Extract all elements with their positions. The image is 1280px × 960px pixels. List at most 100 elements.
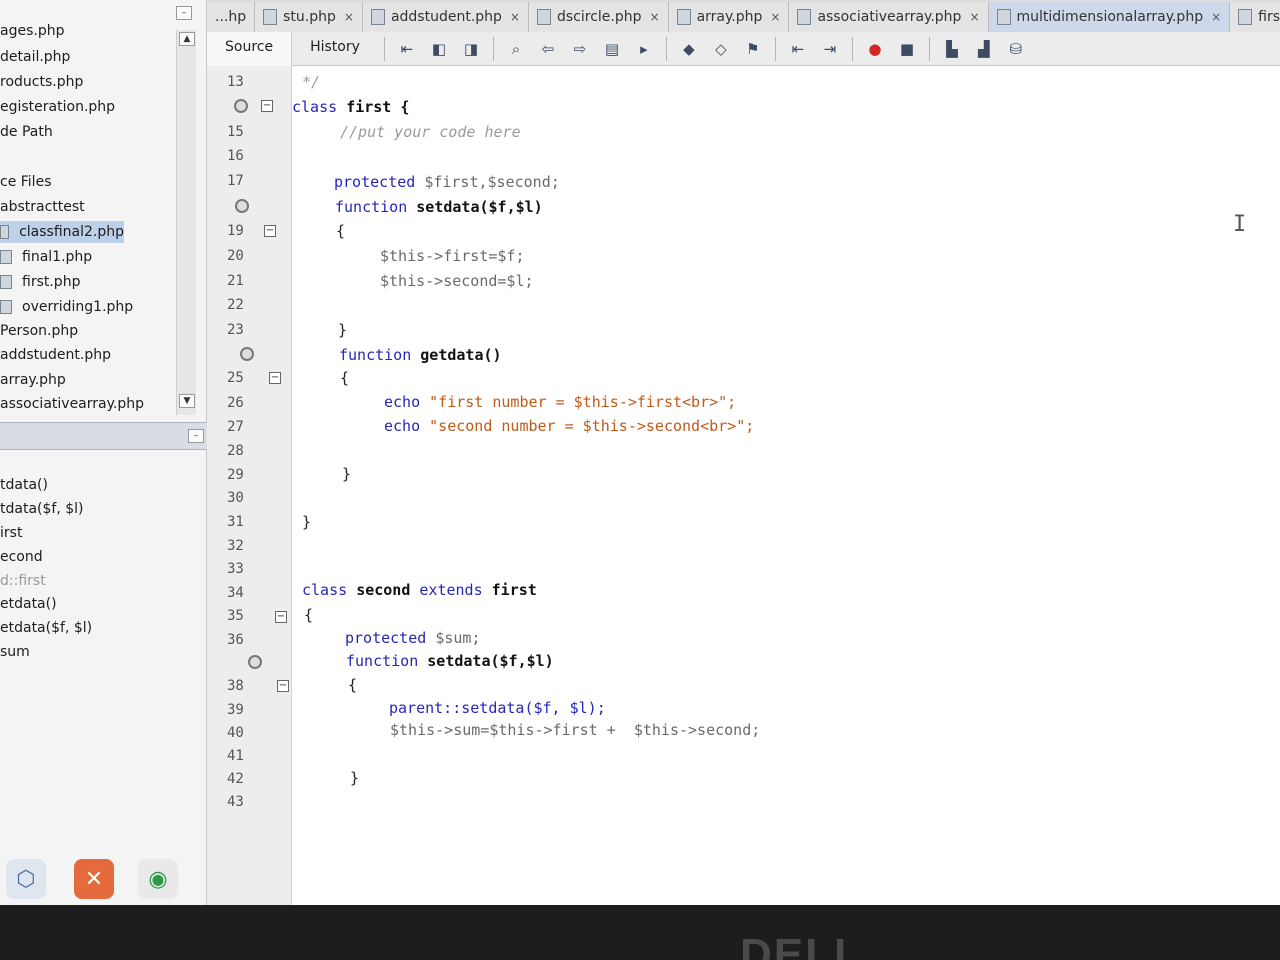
fold-toggle-icon[interactable]: − [261,100,273,112]
navigator-item[interactable]: irst [0,525,22,547]
project-file-item[interactable]: roducts.php [0,71,83,93]
project-folder-item[interactable]: abstracttest [0,196,85,218]
project-file-item[interactable]: overriding1.php [0,296,133,318]
uncomment-icon[interactable]: ▟ [973,38,995,60]
php-file-icon [1238,9,1253,25]
editor-tab[interactable]: array.php × [668,2,790,32]
find-previous-icon[interactable]: ⇦ [537,38,559,60]
source-view-tab[interactable]: Source [207,31,293,66]
editor-tab-active[interactable]: multidimensionalarray.php × [988,2,1231,32]
editor-tab[interactable]: addstudent.php × [362,2,529,32]
virtualbox-icon[interactable]: ⬡ [6,859,46,899]
override-marker-icon[interactable] [240,347,254,361]
comment-icon[interactable]: ▙ [941,38,963,60]
code-line: { [336,222,346,240]
fold-toggle-icon[interactable]: − [275,611,287,623]
project-file-item[interactable]: addstudent.php [0,344,111,366]
editor-tab[interactable]: ...hp [207,2,256,32]
project-scrollbar[interactable]: ▲ ▼ [176,30,196,415]
project-folder-item[interactable]: de Path [0,121,53,143]
next-bookmark-icon[interactable]: ◇ [710,38,732,60]
code-line: class second extends first [302,581,537,599]
editor-toolbar: Source History ⇤ ◧ ◨ ⌕ ⇦ ⇨ ▤ ▸ ◆ ◇ ⚑ ⇤ ⇥… [207,31,1280,66]
project-file-item[interactable]: ages.php [0,20,64,42]
taskbar: ⬡ ✕ ◉ [0,855,207,905]
line-number: 26 [227,395,244,411]
navigator-item[interactable]: d::first [0,573,46,595]
navigator-item[interactable]: econd [0,549,43,571]
close-icon[interactable]: × [650,10,660,24]
editor-tab[interactable]: associativearray.php × [789,2,989,32]
minimize-panel-button[interactable]: – [176,6,192,20]
project-file-item[interactable]: array.php [0,369,66,391]
close-icon[interactable]: × [510,10,520,24]
chrome-icon[interactable]: ◉ [138,859,178,899]
close-icon[interactable]: × [1211,10,1221,24]
navigator-item[interactable]: etdata() [0,596,57,618]
override-marker-icon[interactable] [248,655,262,669]
minimize-navigator-button[interactable]: – [188,429,204,443]
forward-icon[interactable]: ◨ [460,38,482,60]
stop-macro-icon[interactable]: ■ [896,38,918,60]
previous-bookmark-icon[interactable]: ◆ [678,38,700,60]
navigator-item[interactable]: tdata($f, $l) [0,501,83,523]
scroll-down-icon[interactable]: ▼ [179,394,195,408]
code-line: { [304,606,314,624]
shift-left-icon[interactable]: ⇤ [787,38,809,60]
navigator-item[interactable]: etdata($f, $l) [0,620,92,642]
project-file-item[interactable]: Person.php [0,320,78,342]
start-macro-icon[interactable]: ● [864,38,886,60]
navigator-item[interactable]: tdata() [0,477,48,499]
project-file-item[interactable]: associativearray.php [0,393,144,415]
editor-tab[interactable]: first.ph [1230,2,1280,32]
close-icon[interactable]: × [969,10,979,24]
fold-toggle-icon[interactable]: − [269,372,281,384]
line-number-gutter: 13 − 15 16 17 19 − 20 21 22 23 25 − 26 2… [207,66,292,905]
back-icon[interactable]: ◧ [428,38,450,60]
history-view-tab[interactable]: History [292,32,378,66]
fold-toggle-icon[interactable]: − [264,225,276,237]
project-file-item[interactable]: detail.php [0,46,70,68]
code-line: function getdata() [339,346,502,364]
toolbar-separator [774,36,776,61]
code-line: echo "second number = $this->second<br>"… [384,417,755,435]
line-number: 21 [227,273,244,289]
fold-toggle-icon[interactable]: − [277,680,289,692]
code-line: { [340,369,350,387]
project-panel: – ▲ ▼ ages.php detail.php roducts.php eg… [0,0,207,905]
last-edit-icon[interactable]: ⇤ [396,38,418,60]
scroll-up-icon[interactable]: ▲ [179,32,195,46]
php-file-icon [263,9,278,25]
line-number: 39 [227,702,244,718]
line-number: 42 [227,771,244,787]
editor-tab[interactable]: dscircle.php × [528,2,669,32]
code-line: function setdata($f,$l) [346,652,554,670]
find-next-icon[interactable]: ⇨ [569,38,591,60]
navigator-item[interactable]: sum [0,644,30,666]
code-editor[interactable]: */ class first { //put your code here pr… [292,66,1280,905]
toggle-rect-select-icon[interactable]: ▸ [633,38,655,60]
project-file-item[interactable]: final1.php [0,246,92,268]
line-number: 28 [227,443,244,459]
close-icon[interactable]: × [770,10,780,24]
close-icon[interactable]: × [344,10,354,24]
override-marker-icon[interactable] [235,199,249,213]
find-icon[interactable]: ⌕ [505,38,527,60]
line-number: 27 [227,419,244,435]
php-file-icon [536,9,551,25]
xampp-icon[interactable]: ✕ [74,859,114,899]
code-line: protected $first,$second; [334,173,560,191]
line-number: 35 [227,608,244,624]
shift-right-icon[interactable]: ⇥ [819,38,841,60]
project-file-item-selected[interactable]: classfinal2.php [0,221,124,243]
implements-marker-icon[interactable] [234,99,248,113]
code-line: echo "first number = $this->first<br>"; [384,393,737,411]
database-icon[interactable]: ⛁ [1005,38,1027,60]
project-file-item[interactable]: first.php [0,271,80,293]
toggle-bookmark-icon[interactable]: ⚑ [742,38,764,60]
project-folder-item[interactable]: ce Files [0,171,51,193]
toggle-highlight-icon[interactable]: ▤ [601,38,623,60]
editor-tab[interactable]: stu.php × [255,2,363,32]
project-file-item[interactable]: egisteration.php [0,96,115,118]
code-line: $this->first=$f; [380,247,525,265]
